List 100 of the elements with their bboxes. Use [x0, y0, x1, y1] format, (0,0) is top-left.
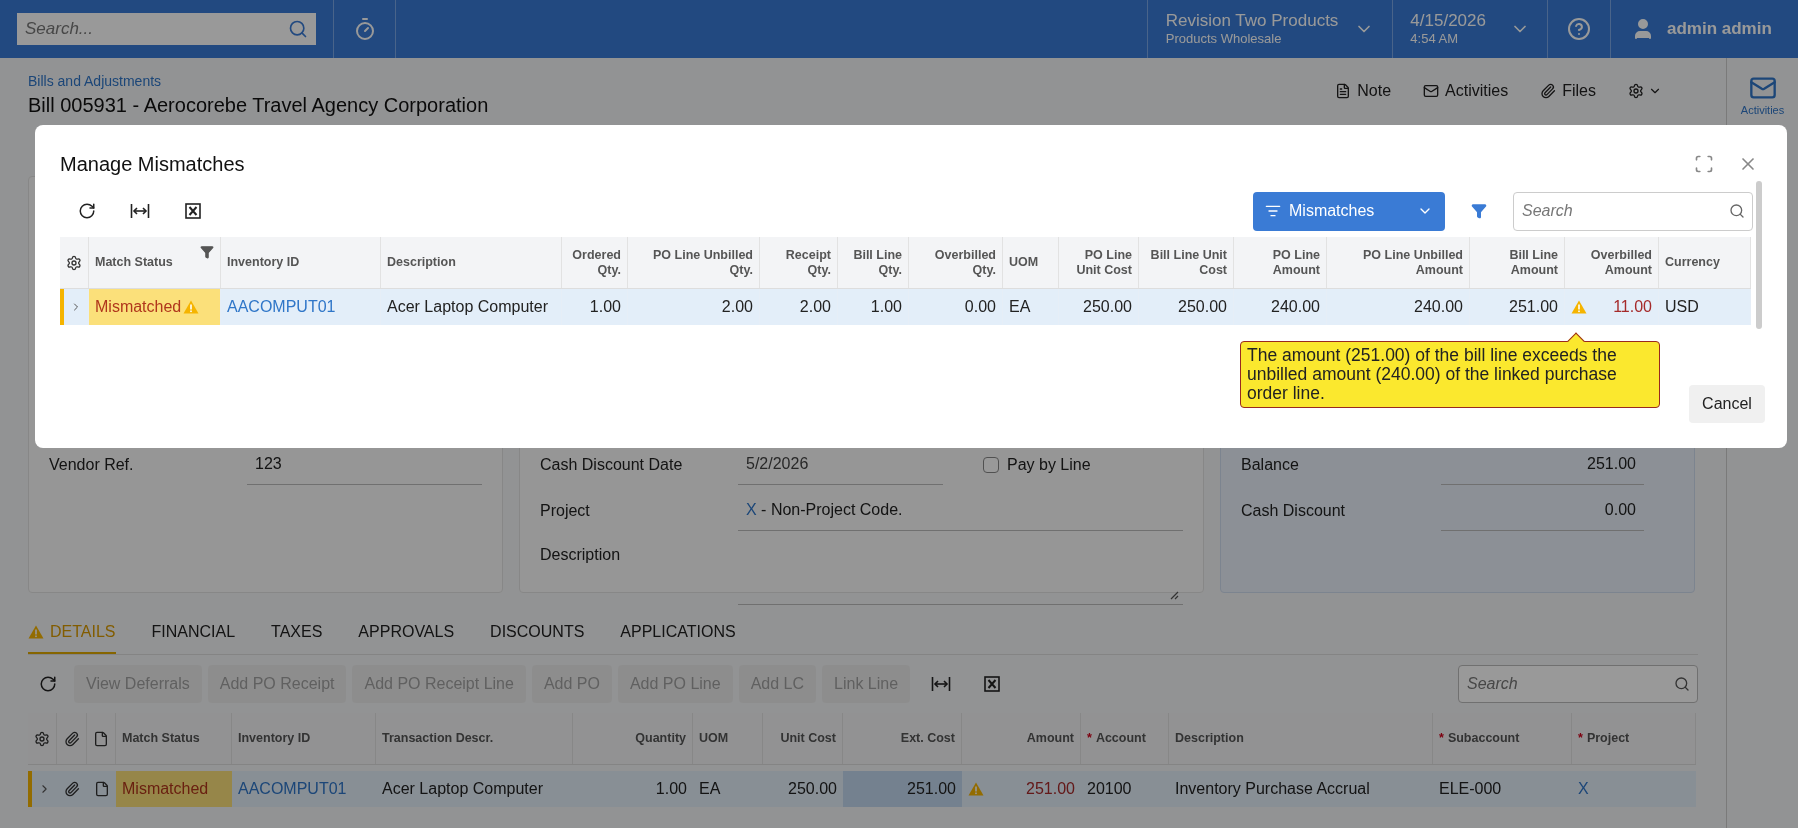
mismatches-filter-button[interactable]: Mismatches — [1253, 191, 1445, 231]
breadcrumb-link[interactable]: Bills and Adjustments — [28, 71, 489, 91]
date-field[interactable]: 5/2/2026 — [738, 452, 943, 485]
project-field[interactable]: X - Non-Project Code. — [738, 498, 1183, 531]
resize-handle-icon[interactable] — [1169, 590, 1179, 600]
settings-menu-button[interactable] — [1628, 83, 1662, 99]
column-header[interactable]: Ext. Cost — [900, 731, 955, 746]
table-link[interactable]: X — [1578, 777, 1589, 801]
column-header[interactable]: * Account — [1087, 731, 1146, 746]
maximize-icon[interactable] — [1694, 154, 1714, 174]
fit-columns-icon[interactable] — [931, 676, 952, 692]
column-header[interactable]: Description — [1175, 731, 1244, 746]
toolbar-button[interactable]: Files — [1540, 79, 1596, 103]
table-cell-text: 20100 — [1087, 779, 1132, 799]
column-header[interactable]: Transaction Descr. — [382, 731, 494, 746]
column-header[interactable]: UOM — [1009, 255, 1039, 270]
column-header[interactable]: PO Line Amount — [1240, 247, 1320, 278]
table-cell-text: Acer Laptop Computer — [387, 297, 548, 317]
tab[interactable]: TAXES — [271, 620, 323, 654]
column-header[interactable]: Bill Line Qty. — [844, 247, 902, 278]
cancel-button[interactable]: Cancel — [1689, 385, 1765, 423]
table-cell-text: USD — [1665, 297, 1699, 317]
note-icon — [93, 730, 109, 747]
inventory-link[interactable]: AACOMPUT01 — [227, 295, 336, 319]
refresh-icon[interactable] — [39, 675, 57, 693]
table-cell-text: 251.00 — [907, 779, 956, 799]
column-header[interactable]: * Subaccount — [1439, 731, 1520, 746]
column-header[interactable]: Match Status — [122, 731, 200, 746]
table-link[interactable]: AACOMPUT01 — [238, 777, 347, 801]
paperclip-icon — [63, 730, 80, 747]
table-cell-text: Acer Laptop Computer — [382, 779, 543, 799]
column-header[interactable]: Overbilled Qty. — [915, 247, 996, 278]
scrollbar[interactable] — [1756, 181, 1762, 329]
table-cell-text: 1.00 — [655, 779, 687, 799]
filter-icon[interactable] — [200, 245, 214, 259]
table-cell-text: 250.00 — [788, 779, 837, 799]
field-label: Vendor Ref. — [49, 455, 135, 475]
date-selector[interactable]: 4/15/2026 4:54 AM — [1392, 0, 1547, 58]
column-header[interactable]: Match Status — [95, 255, 173, 270]
note-icon — [93, 781, 110, 797]
settings-icon[interactable] — [34, 730, 50, 747]
checkbox-label: Pay by Line — [1007, 455, 1091, 475]
column-header[interactable]: Ordered Qty. — [568, 247, 621, 278]
warning-icon — [28, 625, 44, 639]
tab[interactable]: APPLICATIONS — [620, 620, 736, 654]
help-icon[interactable] — [1567, 17, 1591, 41]
column-header[interactable]: UOM — [699, 731, 729, 746]
column-header[interactable]: * Project — [1578, 731, 1630, 746]
table-cell-text: 250.00 — [1178, 297, 1227, 317]
column-header[interactable]: Bill Line Unit Cost — [1145, 247, 1227, 278]
table-row[interactable]: Mismatched AACOMPUT01 Acer Laptop Computer 1.00 2.00 2.00 1.00 0.00 EA 250.00 250.00 240.00 240.00 251.00 11.00 USD — [60, 289, 1751, 325]
field-label: Balance — [1241, 455, 1300, 475]
field-value[interactable]: 0.00 — [1441, 498, 1644, 531]
column-header[interactable]: Inventory ID — [238, 731, 311, 746]
search-icon[interactable] — [1674, 676, 1690, 692]
column-header[interactable]: Description — [387, 255, 456, 270]
column-header[interactable]: Unit Cost — [780, 731, 836, 746]
tab[interactable]: APPROVALS — [358, 620, 455, 654]
search-field[interactable]: Search... — [17, 13, 316, 45]
column-header[interactable]: Currency — [1665, 255, 1720, 270]
table-cell-text: 2.00 — [799, 297, 831, 317]
field-label: Project — [540, 501, 591, 521]
settings-icon — [1628, 83, 1644, 99]
column-header[interactable]: Bill Line Amount — [1476, 247, 1558, 278]
search-icon[interactable] — [288, 19, 308, 39]
tab[interactable]: FINANCIAL — [151, 620, 236, 654]
settings-icon[interactable] — [66, 254, 82, 271]
boxed-x-icon[interactable] — [184, 203, 201, 219]
table-cell-text: 0.00 — [964, 297, 996, 317]
field-value[interactable]: 251.00 — [1441, 452, 1644, 485]
search-field[interactable]: Search — [1513, 191, 1753, 231]
toolbar-button[interactable]: Activities — [1423, 79, 1509, 103]
column-header[interactable]: PO Line Unbilled Amount — [1333, 247, 1463, 278]
table-row[interactable]: Mismatched AACOMPUT01 Acer Laptop Computer 1.00 EA 250.00 251.00 251.00 20100 Inventory Purchase Accrual ELE-000 X — [28, 771, 1696, 807]
search-field[interactable]: Search — [1458, 665, 1698, 703]
paperclip-icon — [64, 781, 80, 797]
column-header[interactable]: Amount — [1026, 731, 1074, 746]
column-header[interactable]: Overbilled Amount — [1571, 247, 1652, 278]
refresh-icon[interactable] — [77, 202, 96, 220]
table-cell-text: 11.00 — [1613, 297, 1652, 317]
column-header[interactable]: Quantity — [635, 731, 686, 746]
fit-columns-icon[interactable] — [129, 203, 150, 219]
search-icon[interactable] — [1729, 203, 1745, 219]
column-header[interactable]: PO Line Unbilled Qty. — [634, 247, 753, 278]
boxed-x-icon[interactable] — [984, 676, 1001, 692]
tab[interactable]: DISCOUNTS — [490, 620, 585, 654]
checkbox[interactable] — [983, 457, 999, 473]
table-cell-text: 1.00 — [870, 297, 902, 317]
field-value[interactable]: 123 — [247, 452, 482, 485]
column-header[interactable]: PO Line Unit Cost — [1065, 247, 1132, 278]
paperclip-icon — [1540, 83, 1557, 99]
company-selector[interactable]: Revision Two Products Products Wholesale — [1146, 0, 1393, 58]
toolbar-button[interactable]: Note — [1335, 79, 1392, 103]
column-header[interactable]: Inventory ID — [227, 255, 300, 270]
table-cell-text: 251.00 — [1509, 297, 1558, 317]
table-cell-text: ELE-000 — [1439, 779, 1502, 799]
side-panel-label[interactable]: Activities — [1740, 102, 1785, 119]
filter-icon[interactable] — [1471, 203, 1487, 219]
column-header[interactable]: Receipt Qty. — [766, 247, 831, 278]
field-label: Description — [540, 545, 622, 565]
